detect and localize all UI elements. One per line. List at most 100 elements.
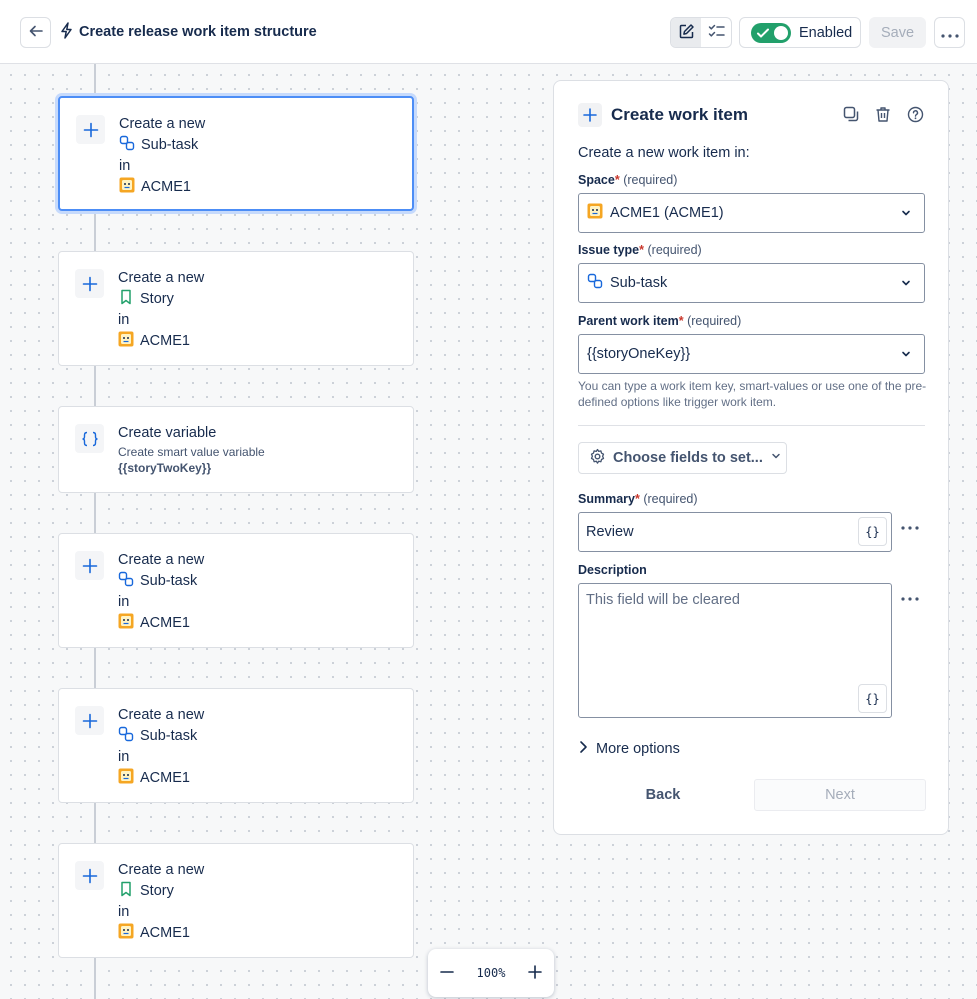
smart-value-button[interactable]: {}	[858, 684, 887, 713]
node-variable-key: {{storyTwoKey}}	[118, 460, 212, 475]
node-content: Create a new Sub-task in ACME1	[118, 551, 204, 635]
node-space-label: ACME1	[140, 770, 190, 786]
parent-select[interactable]: {{storyOneKey}}	[578, 334, 925, 374]
plus-icon	[578, 103, 602, 127]
next-step-button[interactable]: Next	[754, 779, 926, 811]
issue-type-select[interactable]: Sub-task	[578, 263, 925, 303]
plus-icon	[76, 115, 105, 144]
action-node-create-story[interactable]: Create a new Story in ACME1	[58, 251, 414, 366]
description-more-button[interactable]	[900, 593, 920, 605]
space-avatar-icon	[118, 613, 134, 636]
chevron-down-icon	[770, 450, 782, 466]
lightning-icon	[60, 22, 73, 42]
node-type: Story	[118, 881, 204, 904]
toggle-switch[interactable]	[751, 22, 791, 44]
node-content: Create a new Story in ACME1	[118, 861, 204, 945]
issue-type-value: Sub-task	[610, 275, 668, 291]
chevron-down-icon	[900, 348, 912, 364]
rule-canvas[interactable]: Create a new Sub-task in ACME1 Create a …	[0, 64, 977, 999]
panel-tools	[842, 105, 924, 123]
story-bookmark-icon	[118, 881, 134, 904]
node-in: in	[119, 158, 131, 174]
node-space: ACME1	[118, 923, 204, 946]
node-content: Create a new Sub-task in ACME1	[118, 706, 204, 790]
space-select[interactable]: ACME1 (ACME1)	[578, 193, 925, 233]
node-subtitle: Create smart value variable	[118, 444, 265, 459]
node-type: Story	[118, 289, 204, 312]
action-node-create-variable[interactable]: Create variable Create smart value varia…	[58, 406, 414, 493]
zoom-level: 100%	[476, 966, 506, 980]
node-type: Sub-task	[118, 571, 204, 594]
gear-icon	[589, 448, 606, 469]
story-bookmark-icon	[118, 289, 134, 312]
node-content: Create a new Sub-task in ACME1	[119, 115, 205, 199]
node-type: Sub-task	[118, 726, 204, 749]
node-content: Create variable Create smart value varia…	[118, 424, 265, 476]
duplicate-icon[interactable]	[842, 105, 860, 123]
node-in: in	[118, 594, 130, 610]
edit-view-button[interactable]	[671, 18, 701, 47]
node-line1: Create a new	[118, 707, 205, 723]
edit-icon	[678, 23, 695, 43]
choose-fields-label: Choose fields to set...	[613, 450, 763, 466]
node-type-label: Sub-task	[140, 573, 198, 589]
node-type-label: Story	[140, 883, 174, 899]
back-step-button[interactable]: Back	[617, 779, 709, 811]
zoom-out-button[interactable]	[440, 965, 454, 982]
node-line1: Create a new	[118, 552, 205, 568]
save-button[interactable]: Save	[869, 17, 926, 48]
more-options-toggle[interactable]: More options	[578, 740, 680, 758]
trash-icon[interactable]	[874, 105, 892, 123]
node-type-label: Story	[140, 291, 174, 307]
choose-fields-button[interactable]: Choose fields to set...	[578, 442, 787, 474]
checklist-icon	[708, 23, 725, 43]
space-avatar-icon	[587, 203, 603, 223]
summary-value: Review	[586, 524, 634, 540]
description-placeholder: This field will be cleared	[586, 592, 740, 608]
chevron-down-icon	[900, 207, 912, 223]
zoom-controls: 100%	[428, 949, 554, 997]
plus-icon	[75, 706, 104, 735]
space-avatar-icon	[118, 768, 134, 791]
view-toggle-group	[670, 17, 732, 48]
summary-more-button[interactable]	[900, 522, 920, 534]
subtask-icon	[587, 273, 603, 293]
node-title: Create variable	[118, 425, 217, 441]
node-line1: Create a new	[118, 862, 205, 878]
braces-icon	[75, 424, 104, 453]
action-node-create-subtask[interactable]: Create a new Sub-task in ACME1	[58, 688, 414, 803]
zoom-in-button[interactable]	[528, 964, 542, 982]
description-textarea[interactable]: This field will be cleared {}	[578, 583, 892, 718]
node-in: in	[118, 749, 130, 765]
node-space-label: ACME1	[140, 615, 190, 631]
plus-icon	[528, 964, 542, 979]
node-type-label: Sub-task	[140, 728, 198, 744]
action-node-create-story[interactable]: Create a new Story in ACME1	[58, 843, 414, 958]
smart-value-button[interactable]: {}	[858, 517, 887, 546]
summary-label: Summary* (required)	[578, 492, 698, 506]
enabled-toggle[interactable]: Enabled	[739, 17, 861, 48]
back-button[interactable]	[20, 17, 51, 48]
space-avatar-icon	[118, 331, 134, 354]
node-space-label: ACME1	[140, 333, 190, 349]
action-node-create-subtask[interactable]: Create a new Sub-task in ACME1	[58, 533, 414, 648]
space-label: Space* (required)	[578, 173, 678, 187]
node-space-label: ACME1	[141, 179, 191, 195]
more-actions-button[interactable]	[934, 17, 965, 48]
node-type: Sub-task	[119, 135, 205, 158]
node-space: ACME1	[118, 768, 204, 791]
checklist-view-button[interactable]	[701, 18, 731, 47]
parent-label: Parent work item* (required)	[578, 314, 742, 328]
node-in: in	[118, 312, 130, 328]
space-value: ACME1 (ACME1)	[610, 205, 724, 221]
action-node-create-subtask[interactable]: Create a new Sub-task in ACME1	[58, 96, 414, 211]
parent-value: {{storyOneKey}}	[587, 346, 691, 362]
help-icon[interactable]	[906, 105, 924, 123]
node-space: ACME1	[118, 613, 204, 636]
check-icon	[756, 25, 770, 44]
divider	[578, 425, 925, 426]
chevron-right-icon	[578, 740, 588, 758]
top-bar: Create release work item structure Enabl…	[0, 0, 977, 64]
summary-input[interactable]: Review {}	[578, 512, 892, 552]
space-avatar-icon	[119, 177, 135, 200]
